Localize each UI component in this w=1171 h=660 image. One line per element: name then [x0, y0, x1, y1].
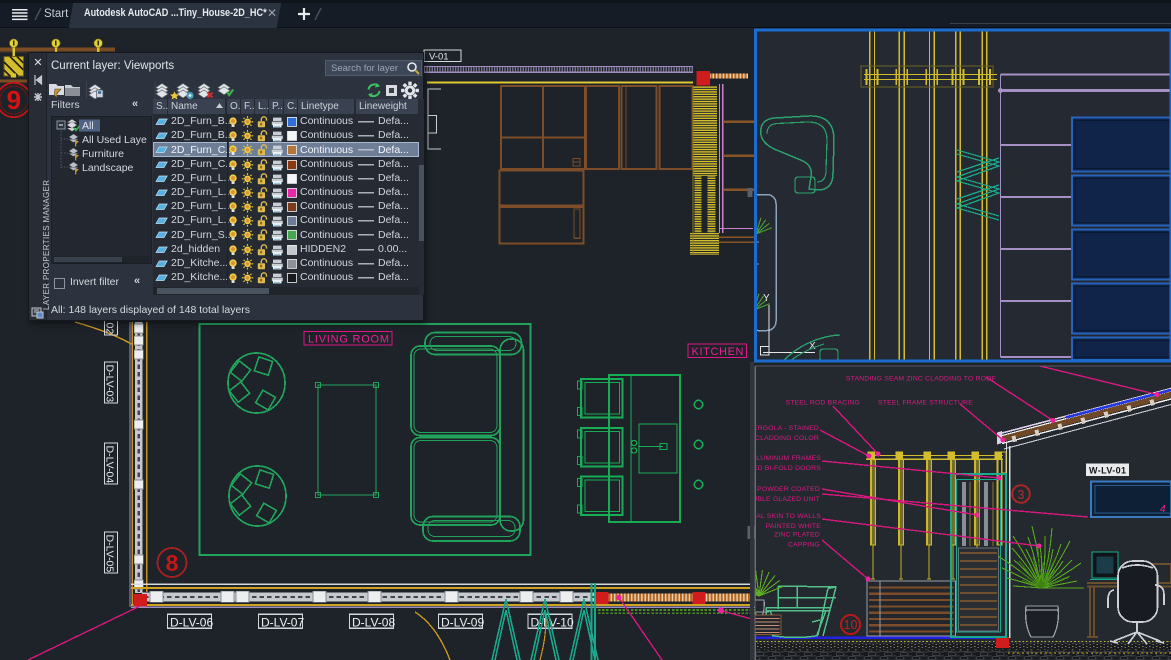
svg-text:RNAL SKIN TO WALLS: RNAL SKIN TO WALLS: [746, 513, 821, 520]
svg-text:8: 8: [166, 550, 179, 576]
svg-text:V-01: V-01: [429, 52, 449, 63]
svg-text:10: 10: [844, 618, 858, 632]
svg-text:STEEL FRAME STRUCTURE: STEEL FRAME STRUCTURE: [878, 400, 973, 407]
svg-text:Y: Y: [763, 293, 770, 304]
svg-text:ZINC PLATED: ZINC PLATED: [774, 532, 820, 539]
svg-text:PAINTED WHITE: PAINTED WHITE: [766, 523, 822, 530]
svg-text:02: 02: [104, 323, 116, 335]
svg-text:STEEL ROD BRACING: STEEL ROD BRACING: [785, 400, 860, 407]
svg-text:LIVING ROOM: LIVING ROOM: [308, 334, 389, 346]
svg-text:D-LV-07: D-LV-07: [261, 615, 304, 629]
svg-text:W-LV-01: W-LV-01: [1089, 466, 1126, 476]
svg-text:D-LV-08: D-LV-08: [352, 615, 395, 629]
svg-text:D-LV-04: D-LV-04: [104, 446, 116, 484]
svg-text:CAPPING: CAPPING: [788, 542, 820, 549]
svg-text:4: 4: [1160, 504, 1166, 515]
svg-text:D-LV-09: D-LV-09: [441, 615, 484, 629]
svg-text:KITCHEN: KITCHEN: [692, 346, 744, 358]
svg-text:3: 3: [1018, 488, 1025, 502]
svg-text:O ALUMINUM FRAMES: O ALUMINUM FRAMES: [744, 455, 821, 462]
svg-text:9: 9: [7, 85, 21, 115]
svg-text:D-LV-03: D-LV-03: [104, 365, 116, 403]
svg-text:EY POWDER COATED: EY POWDER COATED: [746, 486, 820, 493]
svg-text:D-LV-05: D-LV-05: [104, 535, 116, 573]
svg-text:STANDING SEAM ZINC CLADDING TO: STANDING SEAM ZINC CLADDING TO ROOF: [846, 376, 996, 383]
svg-text:D-LV-06: D-LV-06: [170, 615, 213, 629]
